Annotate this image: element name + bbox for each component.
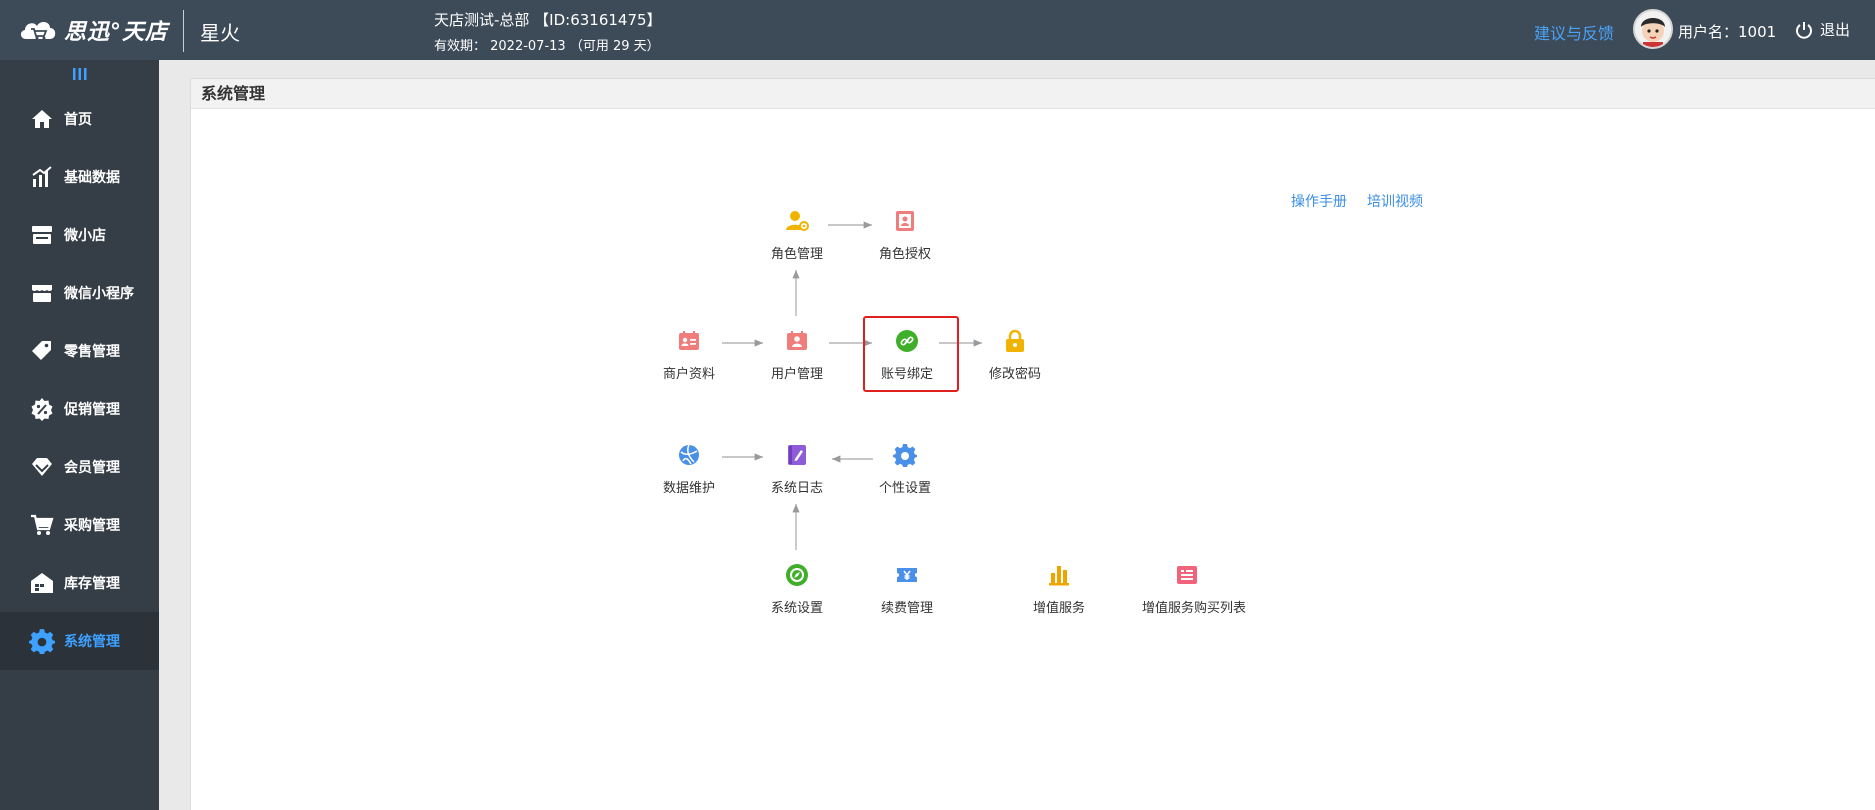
sidebar-item-label: 微信小程序 bbox=[64, 286, 134, 302]
sidebar: 首页 基础数据 微小店 微信小程序 零售管理 促销管理 会员管理 采购管理 库存… bbox=[0, 60, 159, 810]
node-label: 增值服务购买列表 bbox=[1142, 601, 1247, 616]
product-name: 星火 bbox=[200, 21, 240, 45]
role-authorization-node[interactable]: 角色授权 bbox=[860, 208, 950, 262]
user-card-icon bbox=[784, 328, 810, 354]
chart-icon bbox=[28, 163, 56, 191]
node-label: 用户管理 bbox=[770, 367, 823, 382]
data-maintenance-node[interactable]: 数据维护 bbox=[644, 442, 734, 496]
sidebar-item-purchase[interactable]: 采购管理 bbox=[0, 496, 159, 554]
power-icon bbox=[1796, 21, 1812, 39]
warehouse-icon bbox=[28, 569, 56, 597]
user-gear-icon bbox=[784, 208, 810, 234]
renewal-management-node[interactable]: 续费管理 bbox=[862, 562, 952, 616]
sidebar-item-basic-data[interactable]: 基础数据 bbox=[0, 148, 159, 206]
node-label: 增值服务 bbox=[1032, 601, 1085, 616]
value-added-service-node[interactable]: 增值服务 bbox=[1014, 562, 1104, 616]
node-label: 系统日志 bbox=[770, 481, 823, 496]
sidebar-item-label: 首页 bbox=[64, 112, 92, 128]
sidebar-item-label: 采购管理 bbox=[64, 518, 120, 534]
header-divider bbox=[183, 10, 184, 52]
logout-button[interactable]: 退出 bbox=[1794, 19, 1850, 40]
change-password-node[interactable]: 修改密码 bbox=[970, 328, 1060, 382]
gear-icon bbox=[28, 627, 56, 655]
node-label: 商户资料 bbox=[662, 367, 715, 382]
link-icon bbox=[894, 328, 920, 354]
node-label: 账号绑定 bbox=[880, 367, 933, 382]
tag-icon bbox=[28, 337, 56, 365]
cloud-cart-icon bbox=[18, 15, 58, 45]
account-binding-node[interactable]: 账号绑定 bbox=[862, 328, 952, 382]
page-title: 系统管理 bbox=[191, 79, 1875, 109]
node-label: 续费管理 bbox=[880, 601, 933, 616]
store-icon bbox=[28, 221, 56, 249]
settings-gear-icon bbox=[892, 442, 918, 468]
list-window-icon bbox=[1174, 562, 1200, 588]
logo[interactable]: 思迅°天店 bbox=[18, 12, 168, 48]
sidebar-item-label: 微小店 bbox=[64, 228, 106, 244]
node-label: 数据维护 bbox=[662, 481, 715, 496]
store-name: 天店测试-总部 【ID:63161475】 bbox=[434, 11, 662, 29]
sidebar-item-member[interactable]: 会员管理 bbox=[0, 438, 159, 496]
lock-icon bbox=[1002, 328, 1028, 354]
sidebar-item-label: 会员管理 bbox=[64, 460, 120, 476]
feedback-link[interactable]: 建议与反馈 bbox=[1534, 20, 1614, 44]
user-management-node[interactable]: 用户管理 bbox=[752, 328, 842, 382]
sidebar-item-home[interactable]: 首页 bbox=[0, 90, 159, 148]
sidebar-item-label: 促销管理 bbox=[64, 402, 120, 418]
value-added-purchase-list-node[interactable]: 增值服务购买列表 bbox=[1142, 562, 1247, 616]
expiry-info: 有效期： 2022-07-13 （可用 29 天） bbox=[434, 39, 660, 54]
top-header: 思迅°天店 星火 天店测试-总部 【ID:63161475】 有效期： 2022… bbox=[0, 0, 1875, 60]
node-label: 系统设置 bbox=[770, 601, 823, 616]
yen-ticket-icon bbox=[894, 562, 920, 588]
sidebar-item-label: 零售管理 bbox=[64, 344, 120, 360]
contact-book-icon bbox=[892, 208, 918, 234]
sidebar-item-promotion[interactable]: 促销管理 bbox=[0, 380, 159, 438]
heart-icon bbox=[28, 453, 56, 481]
globe-icon bbox=[676, 442, 702, 468]
sidebar-item-micro-store[interactable]: 微小店 bbox=[0, 206, 159, 264]
node-label: 修改密码 bbox=[988, 367, 1041, 382]
compass-gear-icon bbox=[784, 562, 810, 588]
merchant-info-node[interactable]: 商户资料 bbox=[644, 328, 734, 382]
logo-text: 思迅°天店 bbox=[64, 20, 169, 45]
miniapp-icon bbox=[28, 279, 56, 307]
sidebar-item-system[interactable]: 系统管理 bbox=[0, 612, 159, 670]
system-settings-node[interactable]: 系统设置 bbox=[752, 562, 842, 616]
training-video-link[interactable]: 培训视频 bbox=[1367, 191, 1423, 211]
percent-icon bbox=[28, 395, 56, 423]
sidebar-item-label: 基础数据 bbox=[64, 170, 120, 186]
system-log-node[interactable]: 系统日志 bbox=[752, 442, 842, 496]
menu-collapse-icon[interactable] bbox=[70, 66, 90, 82]
notebook-icon bbox=[784, 442, 810, 468]
sidebar-item-label: 库存管理 bbox=[64, 576, 120, 592]
sidebar-item-inventory[interactable]: 库存管理 bbox=[0, 554, 159, 612]
node-label: 角色授权 bbox=[878, 247, 931, 262]
bar-chart-icon bbox=[1046, 562, 1072, 588]
personal-settings-node[interactable]: 个性设置 bbox=[860, 442, 950, 496]
node-label: 个性设置 bbox=[878, 481, 931, 496]
manual-link[interactable]: 操作手册 bbox=[1291, 191, 1347, 211]
cart-icon bbox=[28, 511, 56, 539]
id-card-icon bbox=[676, 328, 702, 354]
sidebar-item-label: 系统管理 bbox=[64, 634, 120, 650]
sidebar-nav: 首页 基础数据 微小店 微信小程序 零售管理 促销管理 会员管理 采购管理 库存… bbox=[0, 90, 159, 670]
avatar[interactable] bbox=[1633, 9, 1673, 49]
sidebar-item-retail[interactable]: 零售管理 bbox=[0, 322, 159, 380]
role-management-node[interactable]: 角色管理 bbox=[752, 208, 842, 262]
node-label: 角色管理 bbox=[770, 247, 823, 262]
logout-label: 退出 bbox=[1820, 21, 1851, 39]
sidebar-item-wechat-miniapp[interactable]: 微信小程序 bbox=[0, 264, 159, 322]
username: 用户名：1001 bbox=[1678, 23, 1777, 41]
main-content: 系统管理 bbox=[190, 78, 1875, 810]
home-icon bbox=[28, 105, 56, 133]
